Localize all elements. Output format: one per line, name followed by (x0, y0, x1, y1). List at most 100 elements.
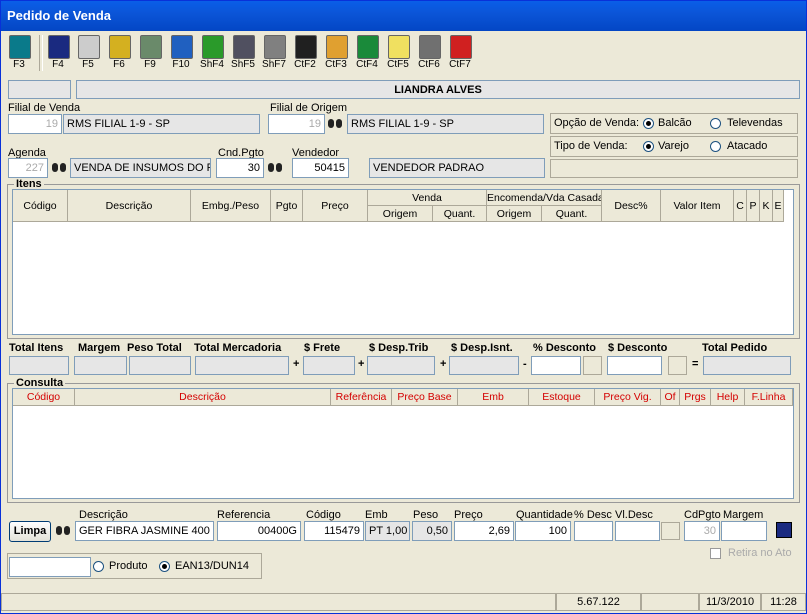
pct-desc-input[interactable] (574, 521, 613, 541)
totals-label: % Desconto (533, 342, 596, 354)
consulta-col-header[interactable]: Help (711, 389, 745, 406)
itens-col-header[interactable]: E (773, 190, 784, 222)
toolbar-button-ctf3[interactable]: CtF3 (321, 32, 351, 74)
itens-col-header[interactable]: Valor Item (661, 190, 734, 222)
toolbar-button-f5[interactable]: F5 (73, 32, 103, 74)
status-panel-blank (641, 593, 699, 611)
opcao-televendas-radio[interactable] (710, 118, 721, 129)
retira-no-ato-checkbox[interactable] (710, 548, 721, 559)
filial-origem-code-input[interactable]: 19 (268, 114, 325, 134)
cursor-hand-icon[interactable] (583, 356, 602, 375)
pct-desc-label: % Desc (574, 509, 612, 521)
descricao-input[interactable]: GER FIBRA JASMINE 400 (75, 521, 214, 541)
toolbar-button-f9[interactable]: F9 (135, 32, 165, 74)
preco-input[interactable]: 2,69 (454, 521, 514, 541)
totals-operator: = (692, 358, 699, 370)
totals-label: $ Desp.Isnt. (451, 342, 513, 354)
itens-col-header[interactable]: P (747, 190, 760, 222)
consulta-col-header[interactable]: Descrição (75, 389, 331, 406)
consulta-col-header[interactable]: Referência (331, 389, 392, 406)
vendedor-code-input[interactable]: 50415 (292, 158, 349, 178)
opcao-balcao-label[interactable]: Balcão (658, 117, 692, 129)
quantidade-input[interactable]: 100 (515, 521, 571, 541)
toolbar-button-ctf2[interactable]: CtF2 (290, 32, 320, 74)
vl-desc-input[interactable] (615, 521, 660, 541)
consulta-col-header[interactable]: Estoque (529, 389, 595, 406)
itens-col-header[interactable]: Preço (303, 190, 368, 222)
consulta-col-header[interactable]: Of (661, 389, 680, 406)
cursor-hand-icon[interactable] (661, 522, 680, 540)
toolbar-button-ctf7[interactable]: CtF7 (445, 32, 475, 74)
itens-col-header[interactable]: C (734, 190, 747, 222)
save-disk-icon[interactable] (776, 522, 792, 538)
totals-field (703, 356, 791, 375)
itens-col-header[interactable]: Quant. (433, 206, 487, 222)
consulta-col-header[interactable]: Emb (458, 389, 529, 406)
peso-label: Peso (413, 509, 439, 521)
opcao-televendas-label[interactable]: Televendas (727, 117, 783, 129)
consulta-col-header[interactable]: Código (13, 389, 75, 406)
cursor-hand-icon[interactable] (668, 356, 687, 375)
consulta-col-header[interactable]: Prgs (680, 389, 711, 406)
totals-label: Total Itens (9, 342, 64, 354)
toolbar-button-ctf6[interactable]: CtF6 (414, 32, 444, 74)
totals-field[interactable] (531, 356, 581, 375)
totals-field[interactable] (607, 356, 662, 375)
itens-col-header[interactable]: Origem (487, 206, 542, 222)
filial-venda-code-input[interactable]: 19 (8, 114, 62, 134)
search-ean-label[interactable]: EAN13/DUN14 (175, 560, 249, 572)
tipo-atacado-label[interactable]: Atacado (727, 140, 767, 152)
peso-field: 0,50 (412, 521, 452, 541)
itens-col-header[interactable]: Código (13, 190, 68, 222)
toolbar-button-f10[interactable]: F10 (166, 32, 196, 74)
col-group-venda[interactable]: Venda (368, 190, 487, 206)
itens-col-header[interactable]: Descrição (68, 190, 191, 222)
itens-col-header[interactable]: Origem (368, 206, 433, 222)
binoculars-search-icon[interactable] (268, 160, 283, 176)
cnd-pgto-input[interactable]: 30 (216, 158, 264, 178)
itens-col-header[interactable]: Desc% (602, 190, 661, 222)
search-produto-label[interactable]: Produto (109, 560, 148, 572)
toolbar-button-ctf4[interactable]: CtF4 (352, 32, 382, 74)
col-group-encomenda[interactable]: Encomenda/Vda Casada (487, 190, 602, 206)
toolbar-button-ctf5[interactable]: CtF5 (383, 32, 413, 74)
toolbar-button-f6[interactable]: F6 (104, 32, 134, 74)
search-input[interactable] (9, 557, 91, 577)
warehouse-icon (233, 35, 255, 59)
save-disk-icon (48, 35, 70, 59)
tipo-atacado-radio[interactable] (710, 141, 721, 152)
binoculars-search-icon[interactable] (328, 116, 343, 132)
itens-col-header[interactable]: Pgto (271, 190, 303, 222)
consulta-grid[interactable]: Código Descrição Referência Preço Base Emb Es… (12, 388, 794, 499)
itens-grid[interactable]: Venda Encomenda/Vda Casada Código Descrição… (12, 189, 794, 335)
totals-field (303, 356, 355, 375)
consulta-col-header[interactable]: Preço Base (392, 389, 458, 406)
codigo-input[interactable]: 115479 (304, 521, 364, 541)
toolbar-button-shf7[interactable]: ShF7 (259, 32, 289, 74)
itens-col-header[interactable]: Embg./Peso (191, 190, 271, 222)
referencia-input[interactable]: 00400G (217, 521, 301, 541)
toolbar-button-shf5[interactable]: ShF5 (228, 32, 258, 74)
client-code-field (8, 80, 71, 99)
binoculars-search-icon[interactable] (56, 523, 71, 539)
codigo-label: Código (306, 509, 341, 521)
toolbar-button-f3[interactable]: F3 (4, 32, 34, 74)
itens-col-header[interactable]: Quant. (542, 206, 602, 222)
search-ean-radio[interactable] (159, 561, 170, 572)
binoculars-search-icon[interactable] (52, 160, 67, 176)
consulta-col-header[interactable]: Preço Vig. (595, 389, 661, 406)
agenda-code-input[interactable]: 227 (8, 158, 48, 178)
limpa-button[interactable]: Limpa (9, 521, 51, 542)
puzzle-icon (171, 35, 193, 59)
toolbar-button-shf4[interactable]: ShF4 (197, 32, 227, 74)
margem-input[interactable] (721, 521, 767, 541)
tipo-varejo-radio[interactable] (643, 141, 654, 152)
cd-pgto-input[interactable]: 30 (684, 521, 720, 541)
totals-field (195, 356, 289, 375)
consulta-col-header[interactable]: F.Linha (745, 389, 793, 406)
opcao-balcao-radio[interactable] (643, 118, 654, 129)
opcao-venda-label: Opção de Venda: (554, 117, 640, 129)
search-produto-radio[interactable] (93, 561, 104, 572)
tipo-varejo-label[interactable]: Varejo (658, 140, 689, 152)
itens-col-header[interactable]: K (760, 190, 773, 222)
